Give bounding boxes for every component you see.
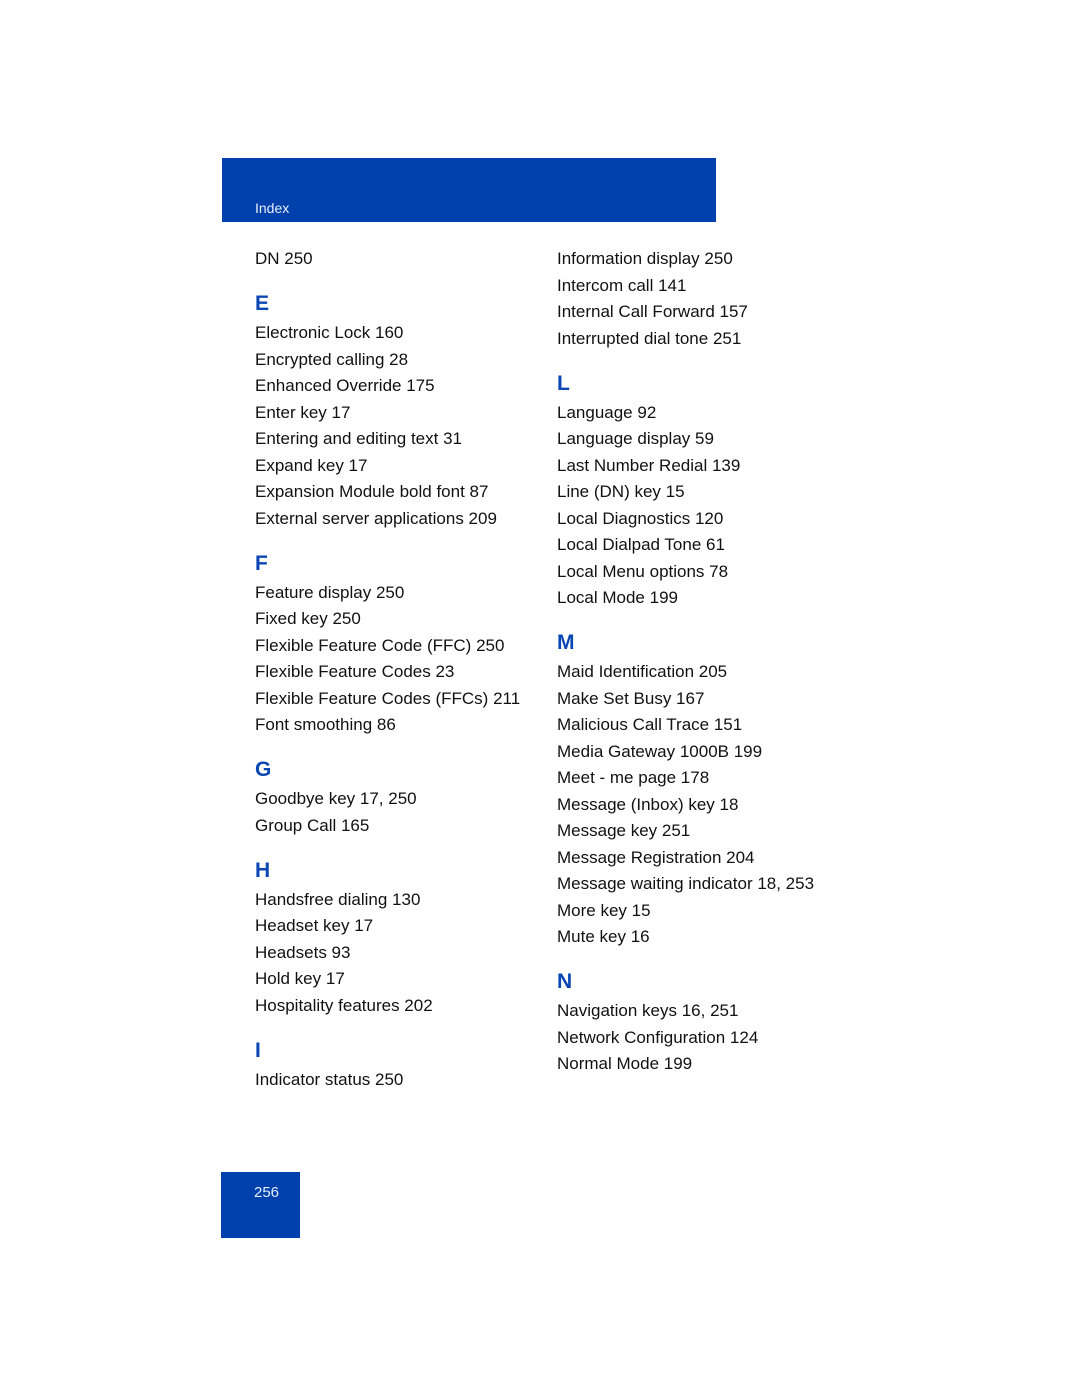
index-entry: Electronic Lock 160 [255, 323, 404, 342]
index-entry: Indicator status 250 [255, 1069, 404, 1089]
index-entry: Message key 251 [557, 821, 691, 840]
index-entry: Line (DN) key 15 [557, 482, 685, 501]
index-entry: Expansion Module bold font 87 [255, 482, 489, 501]
index-entry: Malicious Call Trace 151 [557, 715, 743, 734]
index-entry: Enter key 17 [255, 402, 351, 422]
index-entry: More key 15 [557, 900, 651, 920]
index-entry: Message (Inbox) key 18 [557, 794, 739, 814]
letter-group-e: E Electronic Lock 160 Encrypted calling 28… [255, 292, 545, 530]
index-entry: Last Number Redial 139 [557, 455, 741, 475]
letter-heading: G [255, 758, 272, 781]
index-entry: Handsfree dialing 130 [255, 889, 421, 909]
index-entry: Flexible Feature Code (FFC) 250 [255, 635, 505, 655]
index-entry: Media Gateway 1000B 199 [557, 741, 763, 761]
index-entry: Feature display 250 [255, 582, 405, 602]
header-band: Index [222, 158, 716, 222]
index-entry: Entering and editing text 31 [255, 429, 462, 448]
index-entry: Meet - me page 178 [557, 768, 710, 787]
index-entry: Language 92 [557, 402, 657, 422]
index-entry: Fixed key 250 [255, 609, 361, 628]
section-label: Index [255, 200, 290, 216]
letter-group-h: H Handsfree dialing 130 Headset key 17 Head… [255, 859, 545, 1017]
letter-heading: N [557, 970, 573, 993]
letter-group-l: L Language 92 Language display 59 Last Numb… [557, 372, 847, 610]
letter-heading: E [255, 292, 270, 315]
index-entry: Message Registration 204 [557, 847, 755, 867]
index-entry: Flexible Feature Codes 23 [255, 662, 455, 681]
letter-heading: F [255, 551, 268, 575]
index-entry: Mute key 16 [557, 927, 650, 946]
index-entry: Hold key 17 [255, 969, 345, 988]
index-column-left: DN 250 E Electronic Lock 160 Encrypted call… [255, 248, 545, 1095]
index-entry: Information display 250 [557, 249, 733, 268]
index-entry: DN 250 [255, 249, 313, 268]
index-entry: Headset key 17 [255, 916, 374, 935]
index-entry: Headsets 93 [255, 942, 351, 962]
index-entry: Message waiting indicator 18, 253 [557, 874, 815, 893]
index-entry: Font smoothing 86 [255, 715, 396, 734]
index-entry: Language display 59 [557, 429, 714, 448]
index-entry: Local Menu options 78 [557, 561, 729, 581]
index-entry: Intercom call 141 [557, 275, 687, 295]
letter-heading: M [557, 631, 575, 654]
page-number: 256 [254, 1184, 280, 1201]
index-entry: Local Dialpad Tone 61 [557, 535, 725, 554]
index-entry: Local Mode 199 [557, 588, 678, 607]
letter-group-g: G Goodbye key 17, 250 Group Call 165 [255, 758, 545, 837]
index-entry: Goodbye key 17, 250 [255, 789, 417, 808]
index-entry: Maid Identification 205 [557, 662, 728, 681]
index-entry: External server applications 209 [255, 508, 497, 528]
letter-heading: H [255, 858, 271, 882]
letter-group-m: M Maid Identification 205 Make Set Busy 16… [557, 631, 847, 948]
index-entry: Normal Mode 199 [557, 1054, 693, 1073]
index-entry: Expand key 17 [255, 455, 368, 475]
index-entry: Group Call 165 [255, 815, 370, 835]
index-entry: Encrypted calling 28 [255, 349, 409, 369]
letter-heading: L [557, 371, 570, 395]
index-entry: Enhanced Override 175 [255, 376, 435, 395]
page-number-box: 256 [221, 1172, 300, 1238]
index-entry: Interrupted dial tone 251 [557, 328, 742, 348]
letter-group-i: I Indicator status 250 [255, 1039, 545, 1091]
index-column-right: Information display 250 Intercom call 141… [557, 248, 847, 1080]
letter-group-n: N Navigation keys 16, 251 Network Configur… [557, 970, 847, 1075]
letter-group-f: F Feature display 250 Fixed key 250 Flexibl… [255, 552, 545, 737]
index-entry: Hospitality features 202 [255, 995, 433, 1015]
index-entry: Local Diagnostics 120 [557, 508, 724, 528]
index-entry: Network Configuration 124 [557, 1027, 759, 1047]
letter-heading: I [255, 1038, 261, 1062]
index-entry: Make Set Busy 167 [557, 688, 705, 708]
index-entry: Internal Call Forward 157 [557, 302, 748, 321]
index-entry: Navigation keys 16, 251 [557, 1001, 739, 1020]
index-entry: Flexible Feature Codes (FFCs) 211 [255, 688, 521, 708]
